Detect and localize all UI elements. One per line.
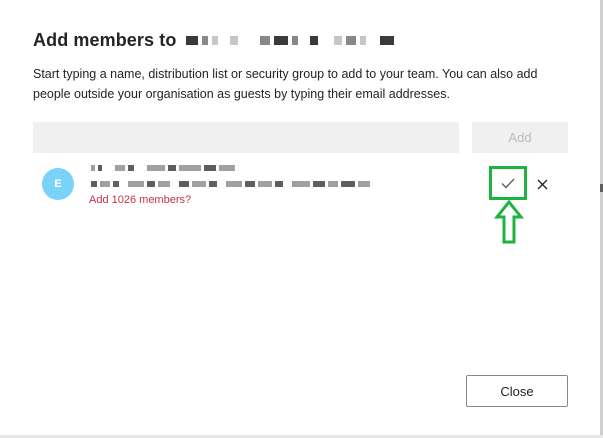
checkmark-icon [501, 178, 515, 189]
confirm-member-button[interactable] [489, 166, 527, 200]
member-search-input[interactable] [33, 122, 459, 153]
close-icon [537, 179, 547, 189]
redacted-team-name [186, 34, 395, 48]
add-all-members-suggestion[interactable]: Add 1026 members? [89, 194, 191, 206]
dialog-title: Add members to [33, 30, 395, 51]
arrow-up-icon [494, 200, 524, 244]
remove-member-button[interactable] [533, 175, 551, 193]
redacted-member-email [91, 179, 370, 189]
avatar: E [42, 168, 74, 200]
close-button[interactable]: Close [466, 375, 568, 407]
redacted-member-name [91, 163, 235, 173]
add-button[interactable]: Add [472, 122, 568, 153]
dialog-description: Start typing a name, distribution list o… [33, 67, 538, 101]
dialog-title-text: Add members to [33, 30, 177, 50]
